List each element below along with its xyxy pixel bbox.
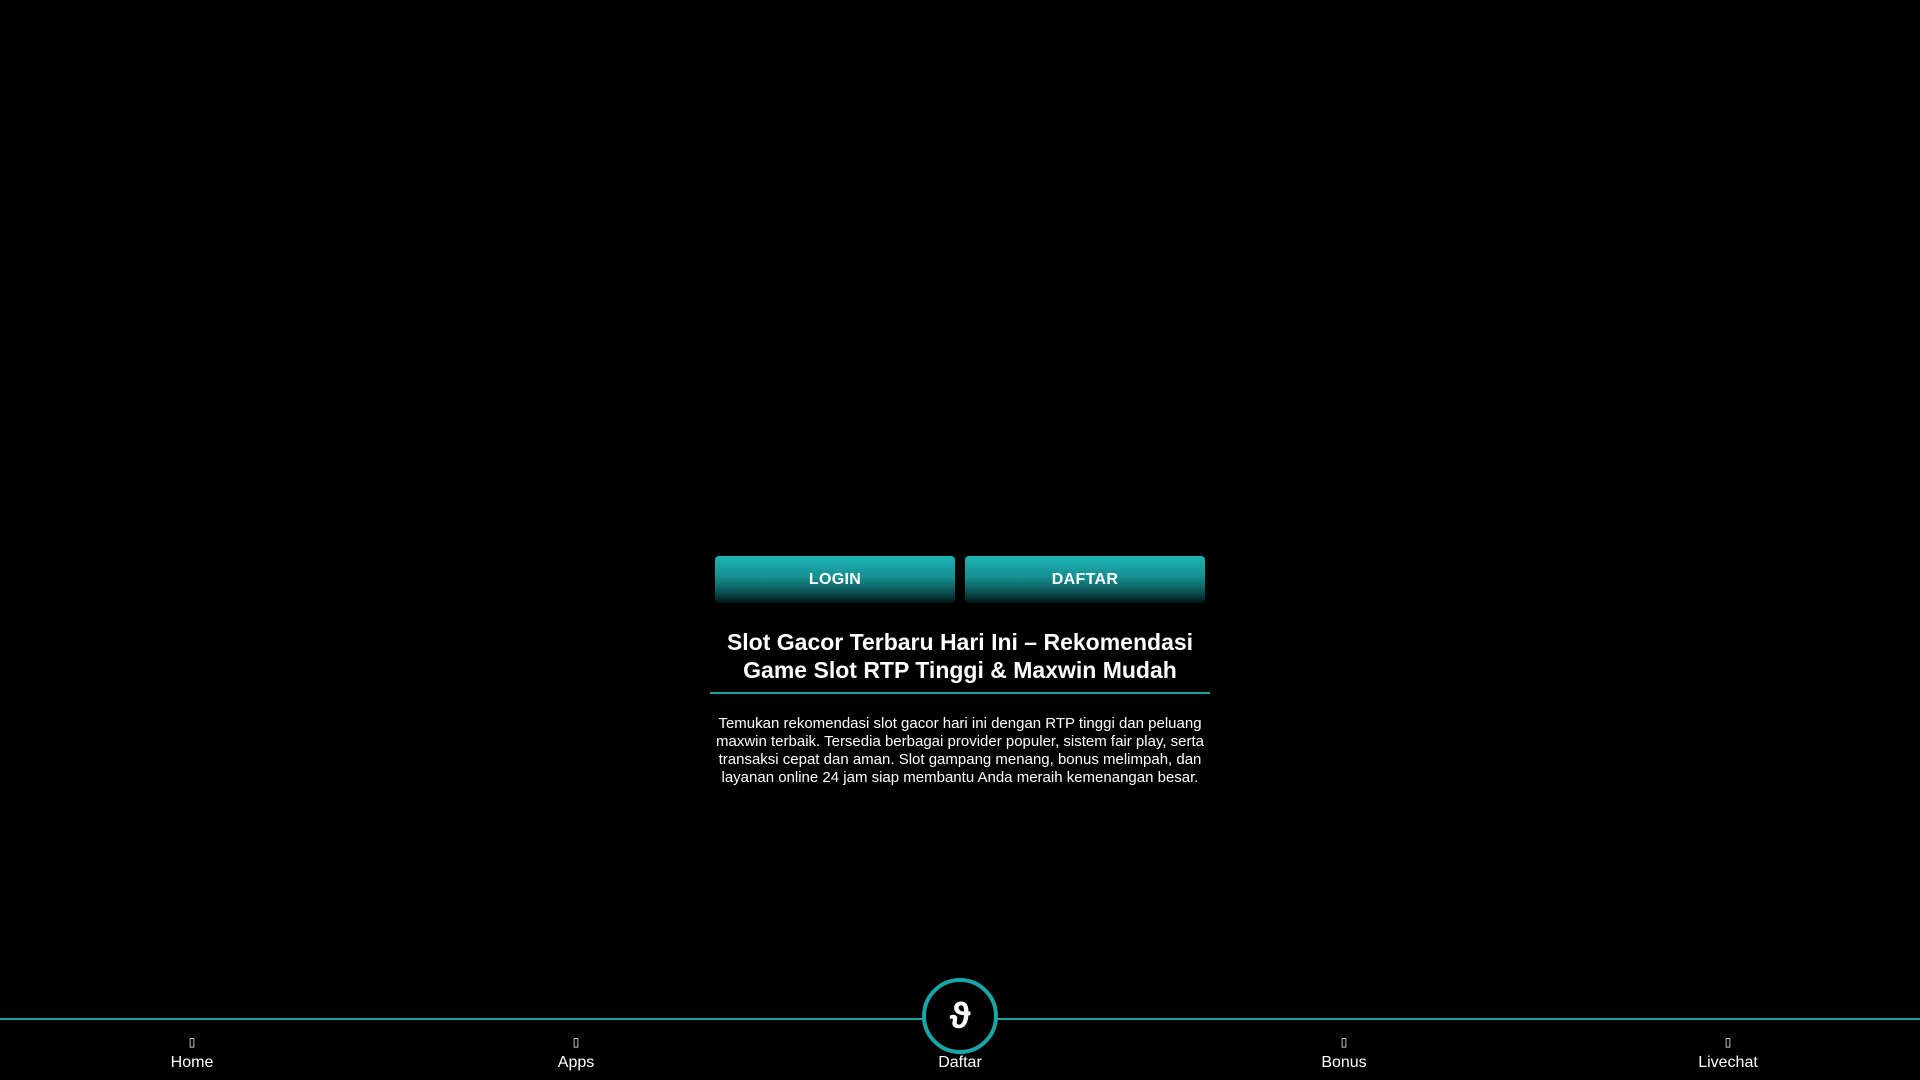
nav-item-apps[interactable]: ▯ Apps bbox=[384, 1020, 768, 1080]
bonus-icon: ▯ bbox=[1340, 1035, 1348, 1049]
page: LOGIN DAFTAR Slot Gacor Terbaru Hari Ini… bbox=[0, 0, 1920, 1080]
daftar-fab-icon: ϑ bbox=[949, 995, 971, 1036]
nav-item-bonus[interactable]: ▯ Bonus bbox=[1152, 1020, 1536, 1080]
home-icon: ▯ bbox=[188, 1035, 196, 1049]
nav-item-home[interactable]: ▯ Home bbox=[0, 1020, 384, 1080]
daftar-button[interactable]: DAFTAR bbox=[965, 556, 1205, 603]
nav-item-livechat[interactable]: ▯ Livechat bbox=[1536, 1020, 1920, 1080]
nav-label-bonus: Bonus bbox=[1321, 1054, 1367, 1071]
nav-label-daftar: Daftar bbox=[938, 1054, 982, 1071]
login-button[interactable]: LOGIN bbox=[715, 556, 955, 603]
auth-buttons: LOGIN DAFTAR bbox=[715, 556, 1205, 603]
daftar-fab-button[interactable]: ϑ bbox=[922, 978, 998, 1054]
livechat-icon: ▯ bbox=[1724, 1035, 1732, 1049]
banner-area bbox=[710, 0, 1210, 548]
page-description: Temukan rekomendasi slot gacor hari ini … bbox=[716, 715, 1205, 786]
nav-label-apps: Apps bbox=[557, 1054, 595, 1071]
page-title: Slot Gacor Terbaru Hari Ini – Rekomendas… bbox=[710, 624, 1210, 694]
nav-label-home: Home bbox=[170, 1054, 214, 1071]
nav-label-livechat: Livechat bbox=[1698, 1054, 1758, 1071]
main-content: Slot Gacor Terbaru Hari Ini – Rekomendas… bbox=[710, 624, 1210, 787]
apps-icon: ▯ bbox=[572, 1035, 580, 1049]
